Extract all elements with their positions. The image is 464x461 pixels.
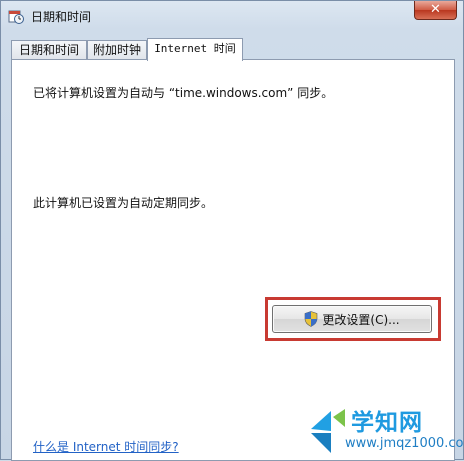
- tab-additional-clocks[interactable]: 附加时钟: [87, 40, 147, 60]
- internet-time-panel: 已将计算机设置为自动与 “time.windows.com” 同步。 此计算机已…: [11, 59, 455, 461]
- tab-date-time[interactable]: 日期和时间: [11, 40, 87, 60]
- tab-internet-time[interactable]: Internet 时间: [147, 38, 243, 61]
- date-time-app-icon: [8, 10, 24, 24]
- watermark-text: 学知网: [351, 410, 423, 436]
- internet-time-help-link[interactable]: 什么是 Internet 时间同步?: [33, 438, 179, 455]
- auto-sync-status: 此计算机已设置为自动定期同步。: [33, 196, 214, 210]
- watermark-url: www.jmqz1000.com: [345, 436, 464, 451]
- change-settings-button[interactable]: 更改设置(C)...: [272, 305, 432, 333]
- sync-server-message: 已将计算机设置为自动与 “time.windows.com” 同步。: [33, 86, 334, 100]
- close-icon: ✕: [430, 2, 441, 17]
- watermark: 学知网 www.jmqz1000.com: [309, 403, 464, 459]
- watermark-logo-icon: [311, 409, 345, 453]
- close-button[interactable]: ✕: [414, 1, 457, 20]
- change-settings-label: 更改设置(C)...: [322, 312, 400, 327]
- date-time-window: 日期和时间 ✕ 日期和时间 附加时钟 Internet 时间 已将计算机设置为自…: [0, 0, 464, 461]
- window-title: 日期和时间: [31, 10, 92, 24]
- uac-shield-icon: [305, 311, 318, 327]
